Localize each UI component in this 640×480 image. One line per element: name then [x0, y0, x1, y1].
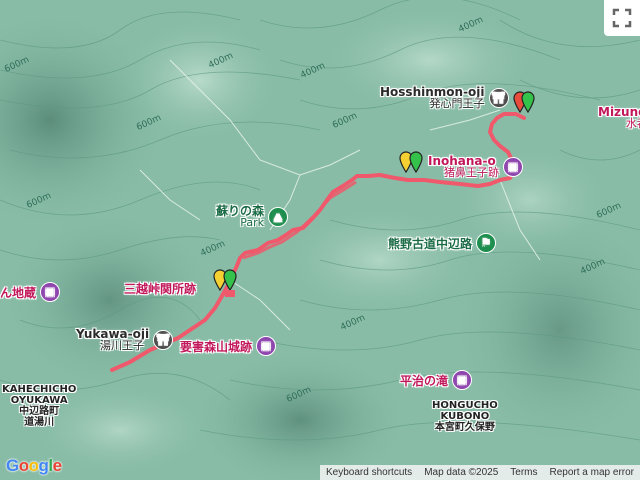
- poi-soseki-en: Park: [240, 216, 265, 229]
- google-logo[interactable]: Google: [6, 456, 62, 476]
- poi-hosshinmon-jp: 発心門王子: [429, 97, 485, 110]
- poi-jizo[interactable]: ん地蔵 ▣: [0, 282, 61, 302]
- map-data-text: Map data ©2025: [424, 467, 499, 478]
- landmark-icon: ▣: [256, 336, 277, 356]
- landmark-icon: ▣: [503, 157, 523, 177]
- landmark-icon: ▣: [452, 370, 473, 390]
- poi-mizunomi-jp: 水呑王: [625, 117, 640, 130]
- poi-heiji-falls[interactable]: 平治の滝 ▣: [400, 370, 473, 390]
- poi-mikoshi[interactable]: 三越峠関所跡: [124, 280, 196, 297]
- waypoint-marker-mikoshi[interactable]: [212, 268, 240, 302]
- poi-kumano-kodo[interactable]: 熊野古道中辺路 ⚑: [388, 233, 497, 253]
- poi-mikoshi-label: 三越峠関所跡: [124, 282, 197, 296]
- poi-kumano-label: 熊野古道中辺路: [388, 236, 473, 251]
- poi-yukawa-oji[interactable]: Yukawa-oji 湯川王子 ⛩: [76, 328, 174, 352]
- poi-hosshinmon-oji[interactable]: Hosshinmon-oji 発心門王子 ⛩: [380, 86, 509, 110]
- trail-icon: ⚑: [476, 233, 497, 253]
- fullscreen-button[interactable]: [604, 0, 640, 36]
- place-nakahechi: KAHECHICHO OYUKAWA 中辺路町 道湯川: [2, 384, 76, 428]
- place-line: OYUKAWA: [10, 395, 68, 406]
- shrine-icon: ⛩: [153, 330, 174, 350]
- poi-inohana[interactable]: Inohana-o 猪鼻王子跡 ▣: [428, 155, 523, 179]
- poi-yogai-label: 要害森山城跡: [180, 339, 253, 354]
- attribution-bar: Keyboard shortcuts Map data ©2025 Terms …: [320, 465, 640, 480]
- poi-heiji-label: 平治の滝: [400, 373, 449, 388]
- poi-mizunomi[interactable]: Mizunom 水呑王: [598, 106, 640, 130]
- terms-link[interactable]: Terms: [504, 467, 543, 478]
- fullscreen-icon: [612, 8, 632, 28]
- place-line: 道湯川: [24, 417, 55, 428]
- poi-yogai-castle[interactable]: 要害森山城跡 ▣: [180, 336, 277, 356]
- place-hongu: HONGUCHO KUBONO 本宮町久保野: [432, 400, 498, 433]
- landmark-icon: ▣: [40, 282, 61, 302]
- place-line: KUBONO: [440, 411, 490, 422]
- poi-jizo-label: ん地蔵: [0, 285, 37, 300]
- poi-soseki-park[interactable]: 蘇りの森 Park ▲: [216, 205, 289, 229]
- keyboard-shortcuts-link[interactable]: Keyboard shortcuts: [320, 467, 418, 478]
- place-line: KAHECHICHO: [2, 384, 77, 395]
- map-canvas[interactable]: Hosshinmon-oji 発心門王子 ⛩ Mizunom 水呑王 Inoha…: [0, 0, 640, 480]
- tree-icon: ▲: [268, 207, 289, 227]
- poi-yukawa-jp: 湯川王子: [100, 339, 144, 352]
- start-end-marker[interactable]: [512, 90, 540, 124]
- place-line: 本宮町久保野: [434, 422, 495, 433]
- poi-inohana-jp: 猪鼻王子跡: [444, 166, 499, 179]
- place-line: 中辺路町: [19, 406, 60, 417]
- report-error-link[interactable]: Report a map error: [544, 467, 640, 478]
- waypoint-marker-inohana[interactable]: [398, 150, 426, 184]
- place-line: HONGUCHO: [432, 400, 498, 411]
- shrine-icon: ⛩: [488, 88, 509, 108]
